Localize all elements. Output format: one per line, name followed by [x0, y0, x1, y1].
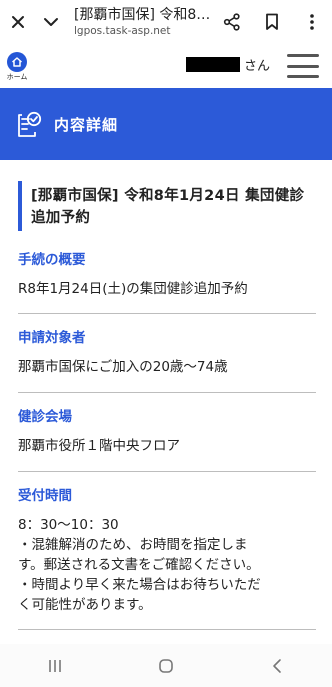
address-area[interactable]: [那覇市国保] 令和8年1月24日 集団健診追加予約 lgpos.task-as… [66, 6, 212, 39]
more-options-icon[interactable] [292, 0, 332, 44]
section-venue: 健診会場 那覇市役所１階中央フロア [18, 393, 316, 472]
tab-title: [那覇市国保] 令和8年1月24日 集団健診追加予約 [74, 6, 212, 23]
home-icon [7, 51, 27, 72]
detail-content: [那覇市国保] 令和8年1月24日 集団健診 追加予約 手続の概要 R8年1月2… [18, 160, 316, 630]
hours-line: ・混雑解消のため、お時間を指定しま [18, 537, 248, 553]
section-applicant: 申請対象者 那覇市国保にご加入の20歳〜74歳 [18, 314, 316, 393]
venue-label: 健診会場 [18, 409, 72, 425]
close-icon[interactable] [0, 0, 36, 44]
site-header: ホーム さん [0, 44, 332, 88]
procedure-heading-line2: 追加予約 [31, 210, 91, 226]
home-nav-icon[interactable] [146, 651, 186, 681]
procedure-heading: [那覇市国保] 令和8年1月24日 集団健診 追加予約 [18, 181, 316, 231]
document-check-icon [14, 109, 44, 139]
user-suffix: さん [244, 59, 271, 74]
section-hours: 受付時間 8：30〜10：30 ・混雑解消のため、お時間を指定しま す。郵送され… [18, 472, 316, 630]
hours-line: ・時間より早く来た場合はお待ちいただ [18, 577, 261, 593]
procedure-heading-line1: [那覇市国保] 令和8年1月24日 集団健診 [31, 188, 305, 204]
chevron-down-icon[interactable] [36, 0, 66, 44]
menu-icon[interactable] [287, 54, 319, 78]
overview-label: 手続の概要 [18, 252, 86, 268]
recent-apps-icon[interactable] [35, 651, 75, 681]
hours-line: す。郵送される文書をご確認ください。 [18, 557, 260, 573]
home-button[interactable]: ホーム [0, 51, 34, 81]
page-banner: 内容詳細 [0, 88, 332, 160]
system-nav-bar [0, 644, 332, 687]
applicant-label: 申請対象者 [18, 330, 86, 346]
venue-value: 那覇市役所１階中央フロア [18, 438, 180, 454]
browser-toolbar: [那覇市国保] 令和8年1月24日 集団健診追加予約 lgpos.task-as… [0, 0, 332, 44]
share-icon[interactable] [212, 0, 252, 44]
applicant-value: 那覇市国保にご加入の20歳〜74歳 [18, 359, 228, 375]
hours-line: く可能性があります。 [18, 597, 152, 613]
bookmark-icon[interactable] [252, 0, 292, 44]
url-host: lgpos.task-asp.net [74, 24, 171, 37]
overview-value: R8年1月24日(土)の集団健診追加予約 [18, 281, 248, 297]
hours-label: 受付時間 [18, 488, 72, 504]
home-label: ホーム [6, 72, 28, 81]
page-title: 内容詳細 [54, 115, 119, 134]
section-overview: 手続の概要 R8年1月24日(土)の集団健診追加予約 [18, 251, 316, 314]
redacted-username [186, 57, 240, 72]
back-icon[interactable] [257, 651, 297, 681]
hours-line: 8：30〜10：30 [18, 517, 119, 533]
